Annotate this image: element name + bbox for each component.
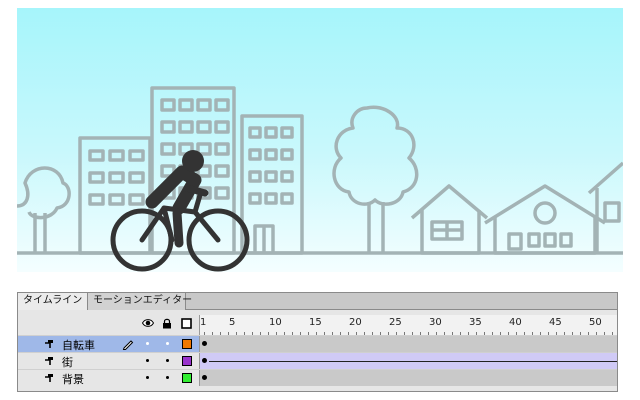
lock-toggle[interactable]	[166, 376, 169, 379]
ruler-frame-1: 1	[200, 317, 207, 328]
tween-span	[209, 361, 617, 362]
layer-row-background[interactable]: 背景	[18, 369, 617, 386]
lock-toggle[interactable]	[166, 359, 169, 362]
layer-name[interactable]: 街	[62, 354, 73, 370]
big-tree-icon	[332, 105, 419, 253]
layer-header[interactable]: 背景	[18, 370, 199, 386]
layer-color-box[interactable]	[182, 373, 192, 383]
layer-name[interactable]: 自転車	[62, 337, 95, 353]
ruler-frame-5: 5	[229, 317, 236, 328]
layer-color-box[interactable]	[182, 339, 192, 349]
layer-icon	[45, 357, 53, 365]
layer-color-box[interactable]	[182, 356, 192, 366]
tab-timeline[interactable]: タイムライン	[18, 293, 88, 310]
ruler-frame-15: 15	[309, 317, 322, 328]
visibility-toggle[interactable]	[146, 359, 149, 362]
timeline-header: 1 5 10 15 20 25 30 35 40 45 50	[18, 315, 617, 335]
tab-motion-editor[interactable]: モーションエディター	[88, 293, 192, 310]
keyframe[interactable]	[202, 341, 207, 346]
visibility-toggle[interactable]	[146, 342, 149, 345]
lock-icon[interactable]	[162, 318, 172, 329]
frame-track[interactable]	[199, 336, 617, 352]
ruler-frame-10: 10	[269, 317, 282, 328]
house-right-icon	[484, 184, 606, 255]
layer-header[interactable]: 街	[18, 353, 199, 369]
building-right-icon	[240, 114, 304, 255]
eye-icon[interactable]	[142, 318, 154, 328]
panel-tab-bar: タイムライン モーションエディター	[18, 293, 617, 310]
ruler-frame-20: 20	[349, 317, 362, 328]
layer-icon	[45, 374, 53, 382]
left-tree-icon	[17, 166, 71, 253]
timeline-panel: タイムライン モーションエディター 1 5 10 15 20 25 30 35 …	[17, 292, 618, 392]
ruler-frame-25: 25	[389, 317, 402, 328]
ruler-frame-45: 45	[549, 317, 562, 328]
ruler-frame-35: 35	[469, 317, 482, 328]
frame-ruler[interactable]: 1 5 10 15 20 25 30 35 40 45 50	[199, 315, 617, 335]
house-left-icon	[410, 184, 489, 255]
pencil-icon	[122, 340, 134, 350]
ruler-frame-40: 40	[509, 317, 522, 328]
ruler-frame-50: 50	[589, 317, 602, 328]
visibility-toggle[interactable]	[146, 376, 149, 379]
frame-track[interactable]	[199, 370, 617, 386]
outline-icon[interactable]	[181, 318, 192, 329]
ruler-frame-30: 30	[429, 317, 442, 328]
keyframe[interactable]	[202, 375, 207, 380]
layer-row-town[interactable]: 街	[18, 352, 617, 369]
layer-icon	[45, 340, 53, 348]
layer-header[interactable]: 自転車	[18, 336, 199, 352]
stage-canvas[interactable]	[17, 8, 623, 272]
keyframe[interactable]	[202, 358, 207, 363]
layer-name[interactable]: 背景	[62, 371, 84, 387]
stage-artwork	[17, 86, 623, 272]
layer-row-bicycle[interactable]: 自転車	[18, 335, 617, 352]
frame-track-tween[interactable]	[199, 353, 617, 369]
lock-toggle[interactable]	[166, 342, 169, 345]
